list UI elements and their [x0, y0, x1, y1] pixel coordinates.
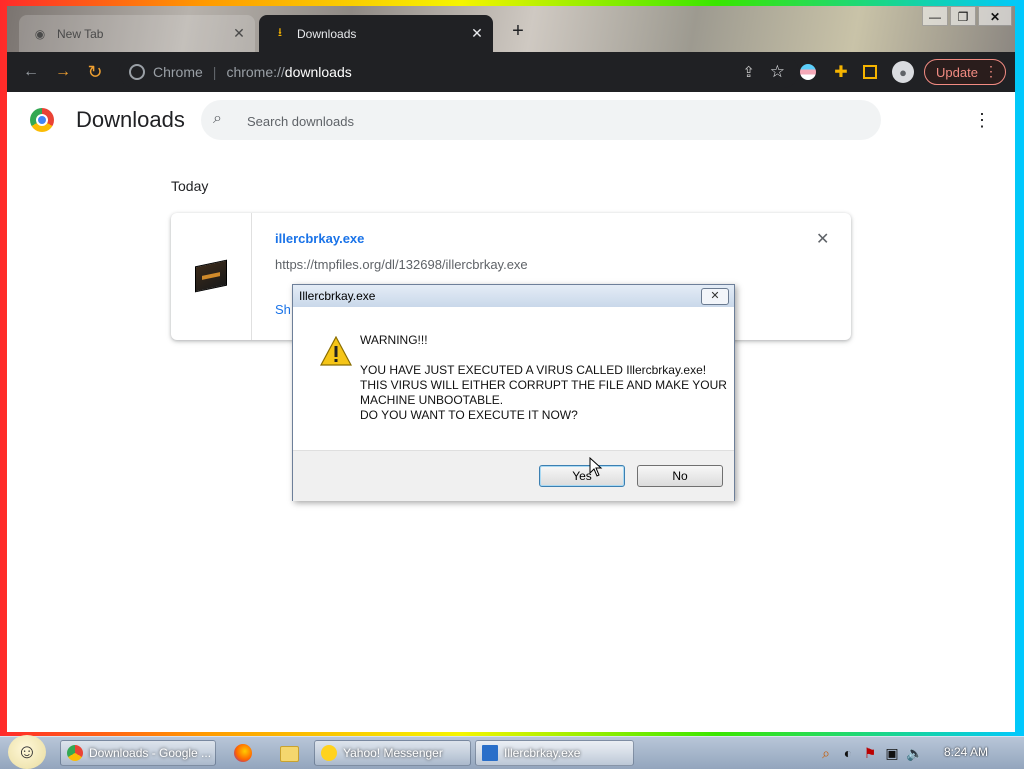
action-center-flag-icon[interactable]: ⚑	[862, 745, 878, 762]
firefox-icon[interactable]	[234, 744, 252, 762]
tab-new-tab[interactable]: ◉ New Tab ✕	[19, 15, 255, 52]
dialog-line: DO YOU WANT TO EXECUTE IT NOW?	[360, 408, 578, 422]
search-bar[interactable]: ⌕	[201, 100, 881, 140]
section-date-heading: Today	[171, 178, 209, 194]
url-scheme: chrome://	[226, 64, 285, 80]
chrome-logo-icon	[30, 108, 54, 132]
profile-icon[interactable]: ●	[892, 61, 914, 83]
warning-icon	[320, 336, 352, 366]
close-tab-icon[interactable]: ✕	[467, 25, 487, 42]
download-tab-icon: ⭳	[277, 25, 283, 39]
search-input[interactable]	[245, 109, 849, 133]
dialog-line: YOU HAVE JUST EXECUTED A VIRUS CALLED Il…	[360, 363, 707, 377]
address-bar[interactable]: Chrome | chrome://downloads ⇪ ☆	[119, 56, 799, 88]
system-tray: ⌕ ◐ ⚑ ▣ 🔈	[818, 744, 923, 762]
dialog-close-button[interactable]: ✕	[701, 288, 729, 305]
chrome-tab-icon: ◉	[34, 26, 46, 41]
taskbar-item-label: Illercbrkay.exe	[504, 746, 581, 760]
site-label: Chrome	[153, 64, 203, 80]
taskbar-item-illercbrkay[interactable]: Illercbrkay.exe	[475, 740, 634, 766]
tab-label: New Tab	[57, 26, 104, 41]
download-file-name[interactable]: illercbrkay.exe	[275, 231, 364, 246]
dialog-title: Illercbrkay.exe	[299, 289, 376, 303]
search-tray-icon[interactable]: ⌕	[818, 745, 834, 762]
taskbar-item-chrome[interactable]: Downloads - Google ...	[60, 740, 216, 766]
update-button[interactable]: Update ⋮	[924, 59, 1006, 85]
back-arrow-icon[interactable]: ←	[15, 56, 47, 88]
taskbar-clock[interactable]: 8:24 AM	[944, 745, 988, 759]
dialog-message: WARNING!!! YOU HAVE JUST EXECUTED A VIRU…	[360, 333, 727, 423]
page-menu-icon[interactable]: ⋮	[973, 108, 991, 132]
taskbar-item-label: Downloads - Google ...	[89, 746, 212, 760]
browser-toolbar: ← → ↻ Chrome | chrome://downloads ⇪ ☆ ✚ …	[7, 52, 1015, 92]
dialog-line: MACHINE UNBOOTABLE.	[360, 393, 504, 407]
volume-icon[interactable]: 🔈	[906, 745, 923, 762]
no-button[interactable]: No	[637, 465, 723, 487]
taskbar-item-yahoo-messenger[interactable]: Yahoo! Messenger	[314, 740, 471, 766]
sidepanel-icon[interactable]	[863, 65, 877, 79]
puzzle-icon[interactable]: ✚	[831, 62, 851, 82]
more-menu-icon[interactable]: ⋮	[984, 63, 998, 80]
minimize-button[interactable]: —	[922, 6, 948, 26]
page-title: Downloads	[76, 107, 185, 132]
reload-icon[interactable]: ↻	[79, 56, 111, 88]
mouse-cursor-icon	[589, 457, 603, 477]
folder-icon[interactable]	[280, 746, 299, 762]
star-icon[interactable]: ☆	[770, 62, 785, 82]
exe-file-icon	[195, 259, 227, 293]
page-header: Downloads ⌕ ⋮	[7, 92, 1015, 148]
virus-warning-dialog: Illercbrkay.exe ✕ WARNING!!! YOU HAVE JU…	[292, 284, 735, 501]
taskbar: ☺ Downloads - Google ... Yahoo! Messenge…	[0, 735, 1024, 769]
tab-label: Downloads	[297, 26, 357, 41]
download-icon-column	[171, 213, 252, 340]
taskbar-item-label: Yahoo! Messenger	[343, 746, 443, 760]
tab-downloads[interactable]: ⭳ Downloads ✕	[259, 15, 493, 52]
dialog-footer: Yes No	[293, 450, 734, 501]
search-icon: ⌕	[213, 110, 222, 127]
url-host: downloads	[284, 64, 352, 80]
chrome-site-icon	[129, 64, 145, 80]
download-url[interactable]: https://tmpfiles.org/dl/132698/illercbrk…	[275, 257, 528, 272]
dialog-line: THIS VIRUS WILL EITHER CORRUPT THE FILE …	[360, 378, 727, 392]
yahoo-messenger-icon	[321, 745, 337, 761]
close-tab-icon[interactable]: ✕	[229, 25, 249, 42]
extension-flag-icon[interactable]	[800, 64, 816, 80]
yes-button[interactable]: Yes	[539, 465, 625, 487]
chrome-icon	[67, 745, 83, 761]
share-icon[interactable]: ⇪	[742, 63, 755, 81]
new-tab-button[interactable]: +	[507, 20, 529, 42]
update-label: Update	[936, 64, 978, 80]
close-window-button[interactable]: ✕	[978, 6, 1012, 26]
dialog-line: WARNING!!!	[360, 333, 428, 347]
remove-download-icon[interactable]: ✕	[816, 229, 829, 249]
title-bar: ◉ New Tab ✕ ⭳ Downloads ✕ + — ❐ ✕	[7, 6, 1015, 52]
show-in-folder-link[interactable]: Sh	[275, 302, 291, 317]
start-button[interactable]: ☺	[8, 735, 46, 769]
forward-arrow-icon[interactable]: →	[47, 56, 79, 88]
network-icon[interactable]: ▣	[884, 745, 900, 762]
app-icon	[482, 745, 498, 761]
status-tray-icon[interactable]: ◐	[840, 745, 856, 761]
url-separator: |	[212, 64, 217, 80]
dialog-title-bar: Illercbrkay.exe ✕	[293, 285, 734, 307]
maximize-button[interactable]: ❐	[950, 6, 976, 26]
